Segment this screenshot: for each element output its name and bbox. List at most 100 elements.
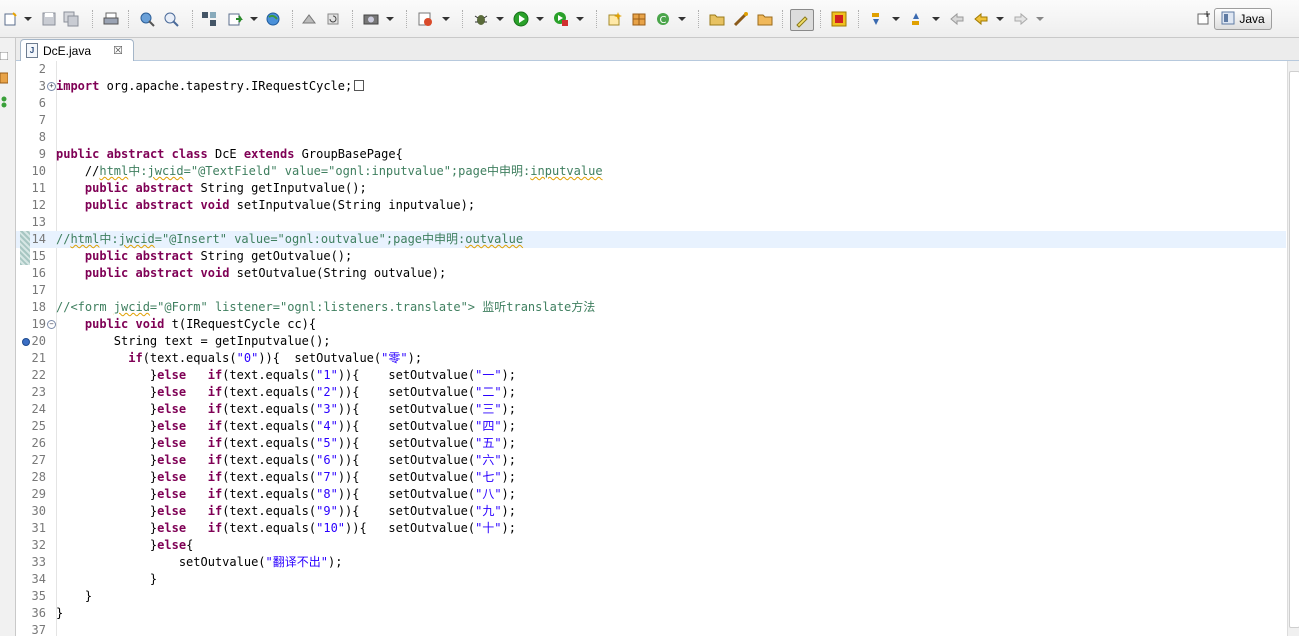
code-token: }: [56, 402, 158, 416]
dropdown-arrow-icon[interactable]: [384, 10, 396, 28]
java-editor[interactable]: 2 3 + import org.apache.tapestry.IRequestCy…: [16, 61, 1299, 639]
prev-annotation-icon[interactable]: [908, 10, 926, 28]
code-line[interactable]: 24 }else if(text.equals("3")){ setOutval…: [16, 401, 1286, 418]
code-token: html: [70, 232, 100, 246]
code-line[interactable]: 26 }else if(text.equals("5")){ setOutval…: [16, 435, 1286, 452]
run-ext-icon[interactable]: [552, 10, 570, 28]
code-text: }else if(text.equals("8")){ setOutvalue(…: [56, 486, 516, 503]
java-perspective-button[interactable]: Java: [1214, 8, 1272, 30]
code-area[interactable]: 2 3 + import org.apache.tapestry.IRequestCy…: [16, 61, 1286, 639]
collapse-fold-icon[interactable]: −: [47, 320, 56, 329]
code-line[interactable]: 18 //<form jwcid="@Form" listener="ognl:l…: [16, 299, 1286, 316]
hierarchy-icon[interactable]: [0, 96, 10, 110]
code-line[interactable]: 22 }else if(text.equals("1")){ setOutval…: [16, 367, 1286, 384]
debug-icon[interactable]: [472, 10, 490, 28]
run-icon[interactable]: [512, 10, 530, 28]
dropdown-arrow-icon[interactable]: [22, 10, 34, 28]
code-token: );: [501, 470, 516, 484]
code-line[interactable]: 30 }else if(text.equals("9")){ setOutval…: [16, 503, 1286, 520]
folder-icon[interactable]: [756, 10, 774, 28]
next-annotation-icon[interactable]: [868, 10, 886, 28]
code-line[interactable]: 32 }else{: [16, 537, 1286, 554]
code-line[interactable]: 37: [16, 622, 1286, 639]
code-token: else: [157, 487, 187, 501]
dropdown-arrow-icon[interactable]: [890, 10, 902, 28]
search-icon[interactable]: [162, 10, 180, 28]
dropdown-arrow-icon[interactable]: [248, 10, 260, 28]
refresh-icon[interactable]: C: [654, 10, 672, 28]
dropdown-arrow-icon[interactable]: [440, 10, 452, 28]
code-line[interactable]: 12 public abstract void setInputvalue(St…: [16, 197, 1286, 214]
code-token: if: [207, 436, 223, 450]
vertical-scrollbar[interactable]: [1287, 61, 1299, 636]
wand-icon[interactable]: [732, 10, 750, 28]
code-line[interactable]: 10 //html中:jwcid="@TextField" value="ogn…: [16, 163, 1286, 180]
code-line[interactable]: 11 public abstract String getInputvalue(…: [16, 180, 1286, 197]
new-class-icon[interactable]: [606, 10, 624, 28]
dropdown-arrow-icon[interactable]: [494, 10, 506, 28]
code-line[interactable]: 19− public void t(IRequestCycle cc){: [16, 316, 1286, 333]
code-line[interactable]: 13: [16, 214, 1286, 231]
collapsed-region-icon[interactable]: [354, 80, 365, 91]
new-icon[interactable]: [2, 10, 20, 28]
line-number: 3: [38, 79, 46, 93]
save-icon[interactable]: [40, 10, 58, 28]
back-icon[interactable]: [972, 10, 990, 28]
highlight-icon[interactable]: [790, 9, 814, 31]
code-line[interactable]: 16 public abstract void setOutvalue(Stri…: [16, 265, 1286, 282]
code-text: public abstract void setOutvalue(String …: [56, 265, 446, 282]
code-line[interactable]: 20 String text = getInputvalue();: [16, 333, 1286, 350]
code-line[interactable]: 21 if(text.equals("0")){ setOutvalue("零"…: [16, 350, 1286, 367]
open-perspective-icon[interactable]: [1196, 10, 1212, 26]
dropdown-arrow-icon[interactable]: [930, 10, 942, 28]
open-folder-icon[interactable]: [708, 10, 726, 28]
expand-fold-icon[interactable]: +: [47, 82, 56, 91]
build-icon[interactable]: [200, 10, 218, 28]
code-token: ="@Form" listener="ognl:listeners.transl…: [149, 300, 596, 314]
save-all-icon[interactable]: [62, 10, 80, 28]
code-line[interactable]: 17: [16, 282, 1286, 299]
task-icon[interactable]: [416, 10, 434, 28]
code-line[interactable]: 35 }: [16, 588, 1286, 605]
code-line[interactable]: 6: [16, 95, 1286, 112]
editor-tab-dce-java[interactable]: J DcE.java ☒: [20, 39, 134, 61]
code-line[interactable]: 33 setOutvalue("翻译不出");: [16, 554, 1286, 571]
refresh-server-icon[interactable]: [324, 10, 342, 28]
print-icon[interactable]: [102, 10, 120, 28]
code-line[interactable]: 28 }else if(text.equals("7")){ setOutval…: [16, 469, 1286, 486]
refactor-icon[interactable]: [226, 10, 244, 28]
code-line[interactable]: 9 public abstract class DcE extends Group…: [16, 146, 1286, 163]
dropdown-arrow-icon[interactable]: [1034, 10, 1046, 28]
code-line[interactable]: 29 }else if(text.equals("8")){ setOutval…: [16, 486, 1286, 503]
code-line[interactable]: 31 }else if(text.equals("10")){ setOutva…: [16, 520, 1286, 537]
forward-icon[interactable]: [1012, 10, 1030, 28]
code-token: "1": [316, 368, 338, 382]
code-line[interactable]: 7: [16, 112, 1286, 129]
code-line[interactable]: 36}: [16, 605, 1286, 622]
dropdown-arrow-icon[interactable]: [534, 10, 546, 28]
close-tab-icon[interactable]: ☒: [113, 44, 123, 57]
code-line[interactable]: 15 public abstract String getOutvalue();: [16, 248, 1286, 265]
web-icon[interactable]: [264, 10, 282, 28]
dropdown-arrow-icon[interactable]: [676, 10, 688, 28]
server-icon[interactable]: [300, 10, 318, 28]
code-line[interactable]: 23 }else if(text.equals("2")){ setOutval…: [16, 384, 1286, 401]
last-edit-icon[interactable]: [948, 10, 966, 28]
dropdown-arrow-icon[interactable]: [994, 10, 1006, 28]
package-explorer-icon[interactable]: [0, 72, 10, 86]
code-line[interactable]: 14 //html中:jwcid="@Insert" value="ognl:ou…: [16, 231, 1286, 248]
code-line[interactable]: 8: [16, 129, 1286, 146]
dropdown-arrow-icon[interactable]: [574, 10, 586, 28]
restore-icon[interactable]: [0, 51, 10, 66]
code-line[interactable]: 25 }else if(text.equals("4")){ setOutval…: [16, 418, 1286, 435]
code-text: //html中:jwcid="@Insert" value="ognl:outv…: [56, 231, 523, 248]
camera-icon[interactable]: [362, 10, 380, 28]
scrollbar-thumb[interactable]: [1289, 71, 1299, 628]
code-line[interactable]: 3 + import org.apache.tapestry.IRequestCyc…: [16, 78, 1286, 95]
stop-icon[interactable]: [830, 10, 848, 28]
open-type-icon[interactable]: [138, 10, 156, 28]
code-line[interactable]: 2: [16, 61, 1286, 78]
package-icon[interactable]: [630, 10, 648, 28]
code-line[interactable]: 34 }: [16, 571, 1286, 588]
code-line[interactable]: 27 }else if(text.equals("6")){ setOutval…: [16, 452, 1286, 469]
